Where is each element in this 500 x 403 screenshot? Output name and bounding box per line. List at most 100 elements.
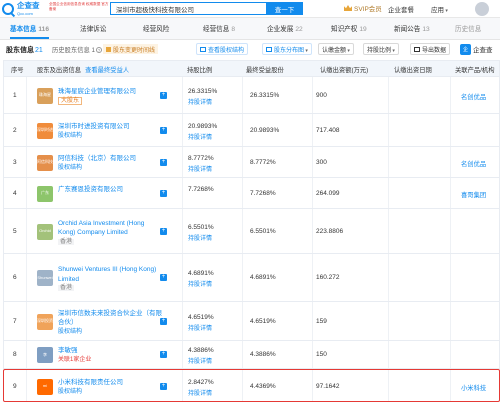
table-row: 9 mi 小米科技有限责任公司 股权结构 + 2.8427% 持股详情 4.43… bbox=[3, 369, 500, 402]
holding-detail-link[interactable]: 持股详情 bbox=[188, 97, 212, 106]
tab-count: 19 bbox=[359, 26, 367, 33]
tab-legal[interactable]: 法律诉讼 bbox=[80, 23, 108, 33]
tab-risk[interactable]: 经营风险 bbox=[143, 23, 171, 33]
column-divider bbox=[26, 370, 27, 401]
final-benefit-ratio: 6.5501% bbox=[250, 227, 276, 235]
header-index: 序号 bbox=[11, 67, 24, 74]
shareholder-logo: 深圳时进 bbox=[37, 122, 53, 139]
related-product-link[interactable]: 小米科技 bbox=[461, 383, 486, 392]
timeline-label: 股东变更时间线 bbox=[113, 47, 156, 54]
timeline-icon bbox=[106, 46, 111, 52]
help-icon[interactable]: ? bbox=[96, 47, 103, 53]
column-divider bbox=[450, 302, 451, 340]
header-amount[interactable]: 认缴出资额(万元) bbox=[320, 65, 368, 74]
shareholder-name-link[interactable]: Shunwei Ventures III (Hong Kong) Limited bbox=[58, 265, 163, 284]
shareholder-name-link[interactable]: Orchid Asia Investment (Hong Kong) Compa… bbox=[58, 219, 163, 238]
holding-detail-link[interactable]: 持股详情 bbox=[188, 356, 212, 365]
holding-ratio: 4.6891% bbox=[188, 270, 214, 277]
header-ratio[interactable]: 持股比例 bbox=[187, 65, 212, 74]
tab-basic-info[interactable]: 基本信息 116 bbox=[10, 23, 50, 39]
expand-plus-icon[interactable]: + bbox=[160, 126, 167, 134]
shareholder-name-link[interactable]: 小米科技有限责任公司 bbox=[58, 378, 163, 388]
shareholder-name-link[interactable]: 珠海星宸企业管理有限公司 bbox=[58, 87, 163, 97]
shareholder-tag[interactable]: 股权结构 bbox=[58, 164, 82, 172]
search-button[interactable]: 查一下 bbox=[266, 2, 303, 15]
shareholder-name-link[interactable]: 广东赛恩投资有限公司 bbox=[58, 185, 163, 195]
shareholder-tag[interactable]: 关联1家企业 bbox=[58, 356, 91, 364]
tab-operation[interactable]: 经营信息 8 bbox=[203, 23, 235, 33]
column-divider bbox=[242, 77, 243, 113]
shareholder-name-link[interactable]: 李敏强 bbox=[58, 346, 163, 356]
shareholder-name-link[interactable]: 深圳市时进投资有限公司 bbox=[58, 122, 163, 132]
related-product-link[interactable]: 名创优品 bbox=[461, 159, 486, 168]
user-avatar[interactable] bbox=[475, 2, 489, 16]
shareholder-tag[interactable]: 股权结构 bbox=[58, 388, 82, 396]
history-shareholder-link[interactable]: 历史股东信息 1? bbox=[52, 45, 103, 54]
holding-ratio: 7.7268% bbox=[188, 185, 214, 193]
holding-ratio: 20.9893% bbox=[188, 122, 218, 130]
apps-menu[interactable]: 应用 bbox=[431, 4, 448, 14]
header-final[interactable]: 最终受益股份 bbox=[246, 65, 284, 74]
export-button[interactable]: 导出数据 bbox=[410, 43, 451, 55]
expand-plus-icon[interactable]: + bbox=[160, 189, 167, 197]
shareholder-tag: 大股东 bbox=[58, 96, 83, 105]
shareholder-chart-button[interactable]: 股东分布图 bbox=[262, 43, 312, 55]
holding-detail-link[interactable]: 持股详情 bbox=[188, 323, 212, 332]
expand-plus-icon[interactable]: + bbox=[160, 91, 167, 99]
enterprise-plan-link[interactable]: 企业套餐 bbox=[388, 4, 414, 14]
expand-plus-icon[interactable]: + bbox=[160, 158, 167, 166]
amount-filter-dropdown[interactable]: 认缴金额 bbox=[318, 43, 354, 55]
shareholder-name-link[interactable]: 深圳市信数未来投资合伙企业（有限合伙） bbox=[58, 309, 163, 328]
expand-plus-icon[interactable]: + bbox=[160, 274, 167, 281]
related-product-link[interactable]: 喜哥集团 bbox=[461, 190, 486, 199]
header-date[interactable]: 认缴出资日期 bbox=[394, 65, 432, 74]
tag-text: 关联1家企业 bbox=[58, 357, 92, 363]
tag-text: 股权结构 bbox=[58, 388, 83, 395]
tab-ip[interactable]: 知识产权 19 bbox=[331, 23, 367, 33]
subscribed-amount: 159 bbox=[316, 317, 327, 325]
tab-count: 22 bbox=[295, 26, 303, 33]
holding-detail-link[interactable]: 持股详情 bbox=[188, 132, 212, 141]
column-divider bbox=[312, 147, 313, 177]
view-equity-structure-button[interactable]: 查看股权结构 bbox=[196, 43, 249, 55]
subscribed-amount: 264.099 bbox=[316, 189, 340, 197]
subscribed-amount: 160.272 bbox=[316, 274, 340, 281]
ratio-filter-dropdown[interactable]: 持股比例 bbox=[363, 43, 399, 55]
beneficiary-link[interactable]: 查看最终受益人 bbox=[85, 67, 129, 74]
expand-plus-icon[interactable]: + bbox=[160, 382, 167, 390]
shareholder-tag: 香港 bbox=[58, 238, 75, 246]
holding-detail-link[interactable]: 持股详情 bbox=[188, 233, 212, 242]
column-divider bbox=[182, 209, 183, 253]
history-label: 历史股东信息 bbox=[52, 47, 90, 54]
tab-history[interactable]: 历史信息 bbox=[455, 23, 481, 33]
shareholder-tag[interactable]: 股权结构 bbox=[58, 328, 82, 336]
tab-news[interactable]: 新闻公告 13 bbox=[394, 23, 430, 33]
shareholder-logo: 广东 bbox=[37, 185, 53, 202]
column-divider bbox=[182, 341, 183, 368]
shareholder-name-link[interactable]: 阿信科技（北京）有限公司 bbox=[58, 154, 163, 164]
holding-detail-link[interactable]: 持股详情 bbox=[188, 388, 212, 397]
table-header: 序号 股东及出资信息 查看最终受益人 持股比例 最终受益股份 认缴出资额(万元) … bbox=[3, 60, 500, 77]
shareholder-logo: Orchid bbox=[37, 223, 53, 240]
column-divider bbox=[182, 147, 183, 177]
search-input[interactable]: 深圳市超极快科技有限公司 bbox=[110, 2, 266, 15]
column-divider bbox=[312, 302, 313, 340]
svip-link[interactable]: SVIP会员 bbox=[344, 3, 382, 13]
logo[interactable]: 企查查 Qcc.com bbox=[2, 1, 47, 16]
holding-detail-link[interactable]: 持股详情 bbox=[188, 164, 212, 173]
row-index: 1 bbox=[13, 91, 17, 99]
column-divider bbox=[450, 209, 451, 253]
holding-detail-link[interactable]: 持股详情 bbox=[188, 279, 212, 288]
tab-development[interactable]: 企业发展 22 bbox=[267, 23, 303, 33]
timeline-notice[interactable]: 股东变更时间线 bbox=[103, 44, 159, 54]
related-product-link[interactable]: 名创优品 bbox=[461, 92, 486, 101]
column-divider bbox=[388, 77, 389, 113]
row-index: 3 bbox=[13, 158, 17, 166]
shareholder-section-header: 股东信息21 历史股东信息 1? 股东变更时间线 查看股权结构 股东分布图 认缴… bbox=[0, 40, 500, 60]
expand-plus-icon[interactable]: + bbox=[160, 351, 167, 358]
column-divider bbox=[312, 114, 313, 146]
expand-plus-icon[interactable]: + bbox=[160, 317, 167, 325]
shareholder-tag[interactable]: 股权结构 bbox=[58, 132, 82, 140]
table-row: 7 深圳投资 深圳市信数未来投资合伙企业（有限合伙） 股权结构 + 4.6519… bbox=[3, 302, 500, 341]
expand-plus-icon[interactable]: + bbox=[160, 227, 167, 235]
